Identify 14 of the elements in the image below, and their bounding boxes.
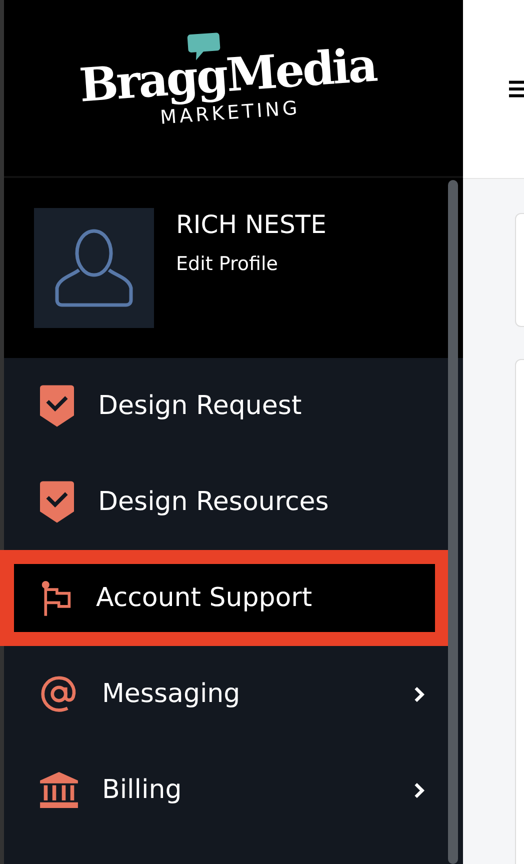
menu-icon[interactable] [509, 78, 524, 100]
menu-item[interactable]: Design Resources [0, 454, 449, 550]
shield-check-icon [40, 480, 74, 524]
at-icon [40, 675, 78, 713]
menu-item[interactable]: Design Request [0, 358, 449, 454]
edit-profile-link[interactable]: Edit Profile [176, 253, 326, 275]
menu-item[interactable]: Account Support [14, 564, 435, 632]
shield-check-icon [40, 384, 74, 428]
menu-item[interactable]: Messaging [0, 646, 449, 742]
user-name: RICH NESTE [176, 210, 326, 239]
scrollbar[interactable] [448, 180, 458, 864]
bank-icon [40, 772, 78, 808]
flag-icon [40, 579, 72, 617]
menu-item[interactable]: Billing [0, 742, 449, 838]
